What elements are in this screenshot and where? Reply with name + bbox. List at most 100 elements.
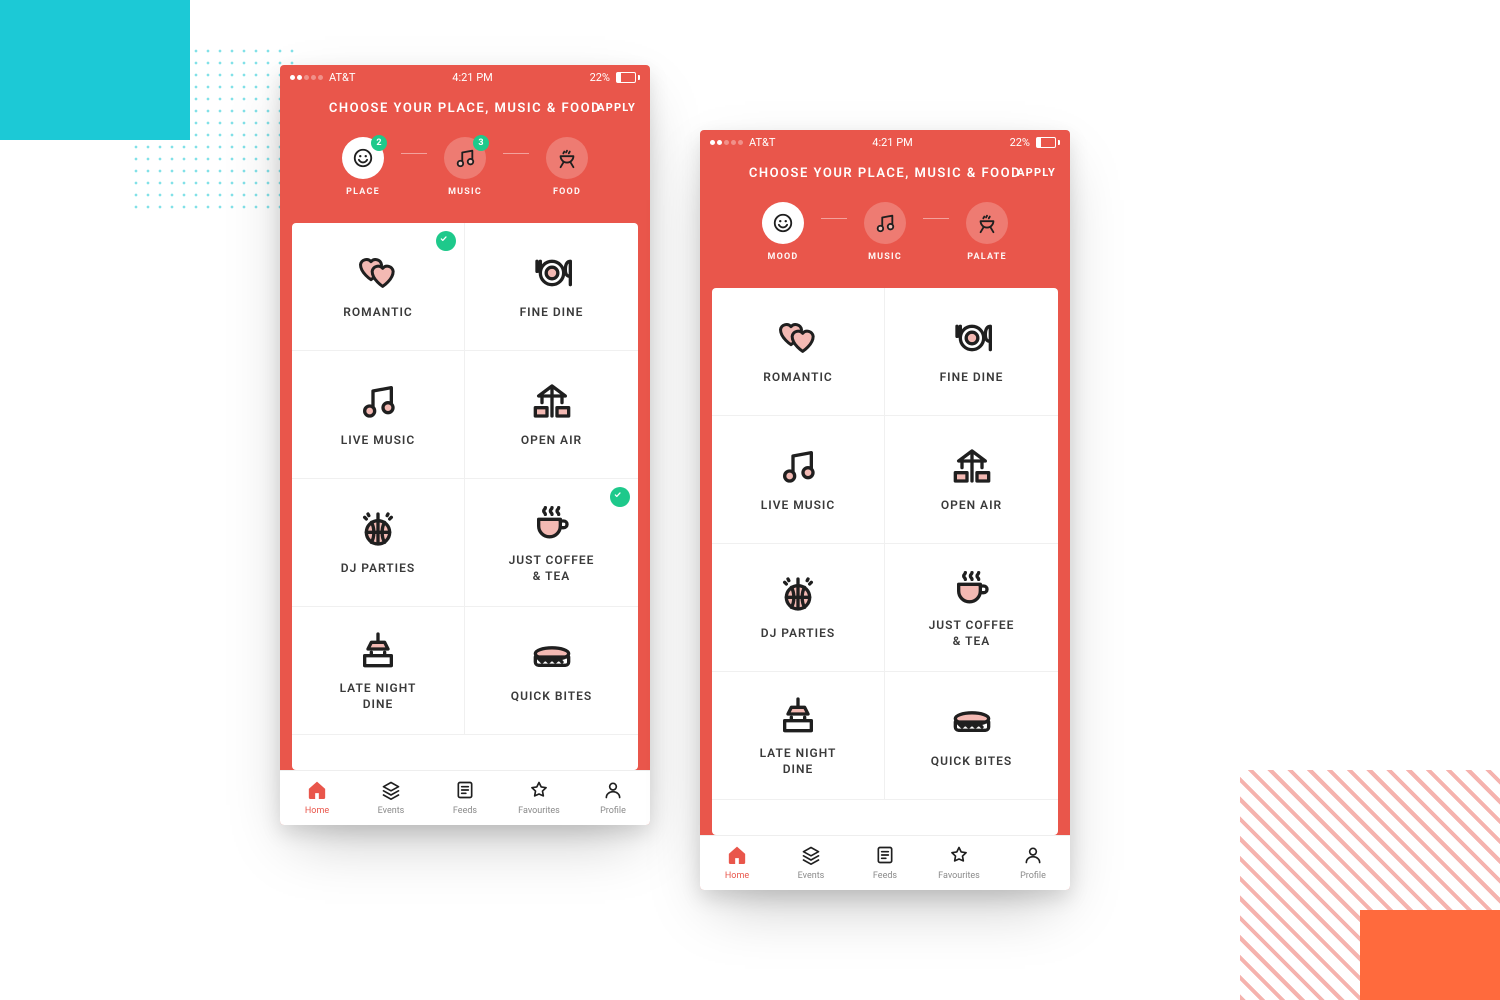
category-tile-sandwich[interactable]: QUICK BITES <box>885 672 1058 800</box>
category-tile-openair[interactable]: OPEN AIR <box>465 351 638 479</box>
category-tile-openair[interactable]: OPEN AIR <box>885 416 1058 544</box>
step-label: MUSIC <box>868 252 902 262</box>
step-label: MOOD <box>768 252 799 262</box>
apply-button[interactable]: APPLY <box>1017 166 1056 179</box>
step-badge: 3 <box>473 135 489 151</box>
carrier-label: AT&T <box>329 71 355 84</box>
tab-home[interactable]: Home <box>280 771 354 825</box>
tab-label: Events <box>798 871 825 881</box>
step-music[interactable]: 3 MUSIC <box>427 137 503 197</box>
music-icon <box>358 380 398 422</box>
category-tile-lamp[interactable]: LATE NIGHT DINE <box>292 607 465 735</box>
tab-profile[interactable]: Profile <box>576 771 650 825</box>
step-food[interactable]: FOOD <box>529 137 605 197</box>
music-icon <box>864 202 906 244</box>
step-label: MUSIC <box>448 187 482 197</box>
tab-events[interactable]: Events <box>354 771 428 825</box>
music-icon <box>778 445 818 487</box>
category-tile-coffee[interactable]: JUST COFFEE & TEA <box>465 479 638 607</box>
category-label: OPEN AIR <box>521 432 582 448</box>
category-label: LATE NIGHT DINE <box>760 745 837 777</box>
header: CHOOSE YOUR PLACE, MUSIC & FOODAPPLY 2PLA… <box>280 89 650 211</box>
category-tile-sandwich[interactable]: QUICK BITES <box>465 607 638 735</box>
clock: 4:21 PM <box>452 71 492 84</box>
step-music[interactable]: MUSIC <box>847 202 923 262</box>
category-tile-music[interactable]: LIVE MUSIC <box>712 416 885 544</box>
apply-button[interactable]: APPLY <box>597 101 636 114</box>
sandwich-icon <box>952 701 992 743</box>
category-label: OPEN AIR <box>941 497 1002 513</box>
tab-label: Profile <box>600 806 626 816</box>
clock: 4:21 PM <box>872 136 912 149</box>
tab-favourites[interactable]: Favourites <box>922 836 996 890</box>
category-tile-finedine[interactable]: FINE DINE <box>465 223 638 351</box>
category-tile-lamp[interactable]: LATE NIGHT DINE <box>712 672 885 800</box>
step-connector <box>503 153 529 154</box>
tab-label: Favourites <box>518 806 560 816</box>
tab-feeds[interactable]: Feeds <box>428 771 502 825</box>
signal-dots-icon <box>290 75 323 80</box>
category-tile-coffee[interactable]: JUST COFFEE & TEA <box>885 544 1058 672</box>
feeds-icon <box>874 845 896 868</box>
category-label: DJ PARTIES <box>341 560 415 576</box>
events-icon <box>800 845 822 868</box>
tab-label: Events <box>378 806 405 816</box>
events-icon <box>380 780 402 803</box>
sandwich-icon <box>532 636 572 678</box>
step-label: PALATE <box>967 252 1006 262</box>
step-mood[interactable]: MOOD <box>745 202 821 262</box>
stepper: 2PLACE 3 MUSIC FOOD <box>288 137 642 197</box>
phone-variant-a: AT&T 4:21 PM 22% CHOOSE YOUR PLACE, MUSIC &… <box>280 65 650 825</box>
category-label: QUICK BITES <box>931 753 1012 769</box>
header: CHOOSE YOUR PLACE, MUSIC & FOODAPPLY MOOD… <box>700 154 1070 276</box>
user-icon <box>1022 845 1044 868</box>
feeds-icon <box>454 780 476 803</box>
category-label: QUICK BITES <box>511 688 592 704</box>
disco-icon <box>358 508 398 550</box>
category-tile-hearts[interactable]: ROMANTIC <box>712 288 885 416</box>
step-badge: 2 <box>371 135 387 151</box>
category-card: ROMANTIC FINE DINE LIVE MUSIC OPEN AIR DJ PA… <box>712 288 1058 836</box>
tab-events[interactable]: Events <box>774 836 848 890</box>
tab-feeds[interactable]: Feeds <box>848 836 922 890</box>
tab-bar: Home Events Feeds Favourites Profile <box>280 770 650 825</box>
step-palate[interactable]: PALATE <box>949 202 1025 262</box>
tab-profile[interactable]: Profile <box>996 836 1070 890</box>
category-card: ROMANTICFINE DINE LIVE MUSIC OPEN AIR DJ PA… <box>292 223 638 771</box>
tab-favourites[interactable]: Favourites <box>502 771 576 825</box>
finedine-icon <box>532 252 572 294</box>
star-icon <box>528 780 550 803</box>
category-label: FINE DINE <box>940 369 1004 385</box>
battery-icon <box>616 72 640 83</box>
category-tile-hearts[interactable]: ROMANTIC <box>292 223 465 351</box>
lamp-icon <box>778 693 818 735</box>
smile-icon <box>762 202 804 244</box>
category-tile-finedine[interactable]: FINE DINE <box>885 288 1058 416</box>
category-tile-disco[interactable]: DJ PARTIES <box>712 544 885 672</box>
carrier-label: AT&T <box>749 136 775 149</box>
grill-icon <box>546 137 588 179</box>
category-label: JUST COFFEE & TEA <box>509 552 595 584</box>
home-icon <box>306 780 328 803</box>
stepper: MOOD MUSIC PALATE <box>708 202 1062 262</box>
hearts-icon <box>778 317 818 359</box>
signal-dots-icon <box>710 140 743 145</box>
page-title: CHOOSE YOUR PLACE, MUSIC & FOOD <box>329 99 601 119</box>
battery-percent: 22% <box>590 71 610 84</box>
category-label: LIVE MUSIC <box>761 497 835 513</box>
category-tile-music[interactable]: LIVE MUSIC <box>292 351 465 479</box>
finedine-icon <box>952 317 992 359</box>
home-icon <box>726 845 748 868</box>
tab-home[interactable]: Home <box>700 836 774 890</box>
category-tile-disco[interactable]: DJ PARTIES <box>292 479 465 607</box>
category-label: LIVE MUSIC <box>341 432 415 448</box>
category-label: ROMANTIC <box>763 369 833 385</box>
battery-percent: 22% <box>1010 136 1030 149</box>
tab-label: Feeds <box>453 806 477 816</box>
tab-label: Profile <box>1020 871 1046 881</box>
category-label: DJ PARTIES <box>761 625 835 641</box>
check-icon <box>610 487 630 507</box>
step-place[interactable]: 2PLACE <box>325 137 401 197</box>
page-title: CHOOSE YOUR PLACE, MUSIC & FOOD <box>749 164 1021 184</box>
star-icon <box>948 845 970 868</box>
